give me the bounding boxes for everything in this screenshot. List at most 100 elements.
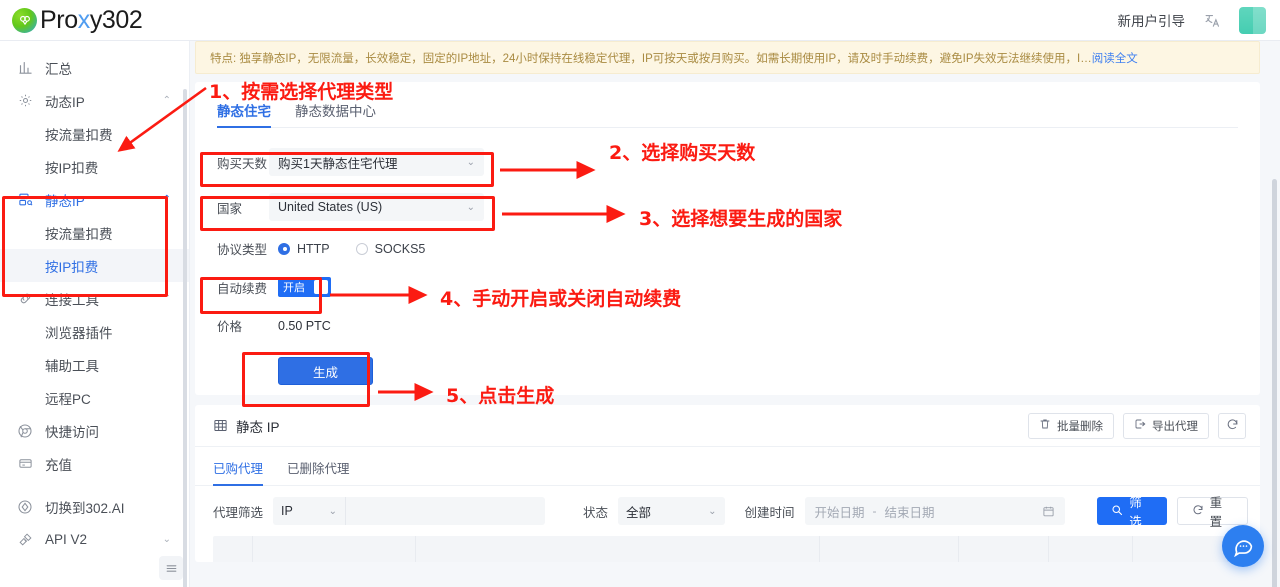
country-row: 国家 United States (US) ⌄ bbox=[217, 193, 1260, 221]
bar-chart-icon bbox=[16, 59, 34, 77]
table-header-cell bbox=[213, 536, 253, 562]
refresh-table-button[interactable] bbox=[1218, 412, 1246, 439]
header-right-group: 新用户引导 bbox=[1118, 6, 1266, 34]
sidebar-subitem-dynamic-traffic[interactable]: 按流量扣费 bbox=[0, 117, 189, 150]
brand-logo[interactable]: Proxy302 bbox=[12, 6, 143, 35]
sidebar-item-recharge[interactable]: 充值 bbox=[0, 447, 189, 480]
chevron-down-icon: ⌄ bbox=[466, 156, 475, 168]
sidebar-item-switch-302ai[interactable]: 切换到302.AI bbox=[0, 490, 189, 523]
batch-delete-label: 批量删除 bbox=[1057, 420, 1103, 433]
autorenew-toggle[interactable]: 开启 bbox=[278, 277, 331, 297]
table-card-title: 静态 IP bbox=[213, 416, 280, 436]
sidebar-item-label: 汇总 bbox=[45, 61, 72, 77]
created-time-label: 创建时间 bbox=[744, 505, 795, 520]
chevron-up-icon: ⌃ bbox=[162, 194, 171, 205]
new-user-guide-link[interactable]: 新用户引导 bbox=[1118, 10, 1186, 30]
sidebar-item-label: 连接工具 bbox=[45, 292, 99, 308]
proxy-filter-group: IP ⌄ bbox=[273, 497, 546, 525]
sidebar-item-label: API V2 bbox=[45, 532, 88, 547]
filter-reset-button[interactable]: 重置 bbox=[1176, 496, 1248, 529]
main-scrollbar[interactable] bbox=[1272, 179, 1277, 587]
radio-socks5[interactable]: SOCKS5 bbox=[355, 241, 426, 256]
table-header-cell bbox=[959, 536, 1049, 562]
sidebar-item-connect-tools[interactable]: 连接工具 ⌃ bbox=[0, 282, 189, 315]
sidebar-subitem-label: 按流量扣费 bbox=[45, 226, 113, 242]
purchase-days-select[interactable]: 购买1天静态住宅代理 ⌄ bbox=[269, 148, 484, 176]
filter-search-button[interactable]: 筛选 bbox=[1097, 496, 1167, 529]
switch-icon bbox=[16, 498, 34, 516]
sidebar-item-static-ip[interactable]: 静态IP ⌃ bbox=[0, 183, 189, 216]
radio-socks5-label: SOCKS5 bbox=[374, 241, 426, 256]
translate-icon[interactable] bbox=[1199, 7, 1225, 33]
autorenew-row: 自动续费 开启 bbox=[217, 277, 1260, 297]
filter-search-label: 筛选 bbox=[1129, 496, 1142, 529]
sidebar-item-label: 充值 bbox=[45, 457, 72, 473]
sidebar-subitem-label: 辅助工具 bbox=[45, 358, 99, 374]
country-label: 国家 bbox=[217, 201, 243, 216]
static-ip-table-card: 静态 IP 批量删除 导出代理 已购代理 已删除代理 代理筛选 IP ⌄ 状态 … bbox=[195, 405, 1260, 562]
purchase-days-value: 购买1天静态住宅代理 bbox=[278, 156, 398, 171]
collapse-menu-icon[interactable] bbox=[159, 556, 183, 580]
tab-deleted-proxies[interactable]: 已删除代理 bbox=[287, 458, 350, 485]
proxy-filter-select[interactable]: IP ⌄ bbox=[273, 497, 346, 525]
sidebar-scrollbar[interactable] bbox=[183, 89, 187, 587]
tab-static-residential[interactable]: 静态住宅 bbox=[217, 100, 271, 128]
sidebar-item-dynamic-ip[interactable]: 动态IP ⌃ bbox=[0, 84, 189, 117]
table-header-cell bbox=[416, 536, 820, 562]
price-value: 0.50 PTC bbox=[278, 318, 331, 333]
export-proxy-label: 导出代理 bbox=[1152, 420, 1198, 433]
chevron-down-icon: ⌄ bbox=[708, 505, 717, 517]
refresh-icon bbox=[1192, 504, 1204, 519]
chat-bubble-icon[interactable] bbox=[1222, 525, 1264, 567]
trash-icon bbox=[1039, 418, 1051, 433]
table-header-cell bbox=[1049, 536, 1133, 562]
sidebar-subitem-label: 按流量扣费 bbox=[45, 127, 113, 143]
sidebar-subitem-dynamic-ip-billing[interactable]: 按IP扣费 bbox=[0, 150, 189, 183]
sidebar-subitem-helper-tools[interactable]: 辅助工具 bbox=[0, 348, 189, 381]
app-root: Proxy302 新用户引导 汇总 动态IP ⌃ 按流量扣费 按IP扣费 静态I… bbox=[0, 0, 1280, 587]
app-header: Proxy302 新用户引导 bbox=[0, 0, 1280, 41]
chevron-down-icon: ⌄ bbox=[466, 201, 475, 213]
date-range-picker[interactable]: 开始日期 - 结束日期 bbox=[804, 497, 1066, 525]
link-icon bbox=[16, 290, 34, 308]
purchase-days-row: 购买天数 购买1天静态住宅代理 ⌄ bbox=[217, 148, 1260, 176]
calendar-icon bbox=[1042, 505, 1055, 518]
sidebar-item-summary[interactable]: 汇总 bbox=[0, 51, 189, 84]
sidebar-item-api-v2[interactable]: API V2 ⌄ bbox=[0, 523, 189, 556]
read-full-link[interactable]: 阅读全文 bbox=[1092, 50, 1138, 66]
radio-http-label: HTTP bbox=[297, 241, 330, 256]
radio-dot-icon bbox=[278, 242, 290, 255]
export-proxy-button[interactable]: 导出代理 bbox=[1123, 412, 1209, 439]
sidebar-subitem-remote-pc[interactable]: 远程PC bbox=[0, 381, 189, 414]
sidebar-nav: 汇总 动态IP ⌃ 按流量扣费 按IP扣费 静态IP ⌃ 按流量扣费 按IP扣费… bbox=[0, 41, 190, 587]
sidebar-subitem-label: 按IP扣费 bbox=[45, 160, 99, 176]
date-end-placeholder: 结束日期 bbox=[884, 505, 935, 520]
search-icon bbox=[1111, 504, 1123, 519]
sidebar-item-label: 切换到302.AI bbox=[45, 500, 125, 516]
sidebar-item-quick-access[interactable]: 快捷访问 bbox=[0, 414, 189, 447]
sidebar-subitem-label: 远程PC bbox=[45, 391, 91, 407]
proxy-type-tabs: 静态住宅 静态数据中心 bbox=[217, 96, 1238, 128]
tab-purchased-proxies[interactable]: 已购代理 bbox=[213, 458, 264, 486]
country-select[interactable]: United States (US) ⌄ bbox=[269, 193, 484, 221]
status-select[interactable]: 全部 ⌄ bbox=[618, 497, 725, 525]
proxy-filter-input[interactable] bbox=[345, 497, 546, 525]
radio-dot-icon bbox=[355, 242, 368, 255]
purchase-days-label: 购买天数 bbox=[217, 156, 268, 171]
sidebar-item-label: 快捷访问 bbox=[45, 424, 99, 440]
chevron-up-icon: ⌃ bbox=[162, 95, 171, 106]
table-card-actions: 批量删除 导出代理 bbox=[1028, 412, 1246, 439]
table-card-title-text: 静态 IP bbox=[236, 419, 280, 435]
table-header-cell bbox=[1133, 536, 1228, 562]
user-avatar[interactable] bbox=[1239, 6, 1266, 34]
tab-static-datacenter[interactable]: 静态数据中心 bbox=[295, 100, 376, 127]
api-icon bbox=[16, 531, 34, 549]
date-separator: - bbox=[872, 504, 877, 518]
sidebar-subitem-static-traffic[interactable]: 按流量扣费 bbox=[0, 216, 189, 249]
generate-button[interactable]: 生成 bbox=[278, 357, 373, 385]
sidebar-item-label: 动态IP bbox=[45, 94, 85, 110]
batch-delete-button[interactable]: 批量删除 bbox=[1028, 412, 1114, 439]
sidebar-subitem-static-ip-billing[interactable]: 按IP扣费 bbox=[0, 249, 189, 282]
sidebar-subitem-browser-extension[interactable]: 浏览器插件 bbox=[0, 315, 189, 348]
radio-http[interactable]: HTTP bbox=[278, 242, 330, 256]
